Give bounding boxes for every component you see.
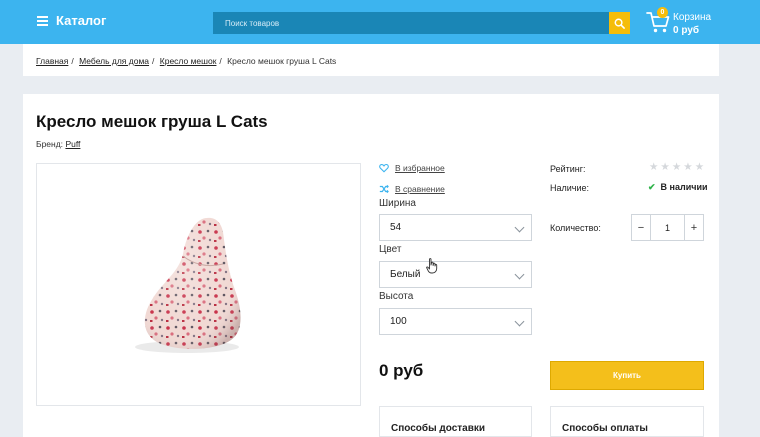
catalog-menu-button[interactable]: Каталог bbox=[37, 13, 106, 28]
rating-label: Рейтинг: bbox=[550, 164, 586, 174]
add-to-favorites[interactable]: В избранное bbox=[379, 163, 445, 173]
favorites-link[interactable]: В избранное bbox=[395, 163, 445, 173]
quantity-increase-button[interactable]: + bbox=[685, 215, 703, 240]
height-label: Высота bbox=[379, 291, 414, 302]
width-select[interactable]: 54 bbox=[379, 214, 532, 241]
delivery-methods-card: Способы доставки bbox=[379, 406, 532, 437]
cart-count-badge: 0 bbox=[657, 7, 668, 18]
heart-icon bbox=[379, 164, 389, 173]
breadcrumb-link-furniture[interactable]: Мебель для дома bbox=[79, 56, 149, 66]
hamburger-icon bbox=[37, 16, 48, 26]
top-header: Каталог 0 Корзина 0 руб bbox=[0, 0, 760, 44]
width-value: 54 bbox=[390, 222, 402, 233]
chevron-down-icon bbox=[514, 222, 525, 233]
star-icon: ★ bbox=[660, 161, 670, 173]
star-icon: ★ bbox=[694, 161, 705, 173]
color-select[interactable]: Белый bbox=[379, 261, 532, 288]
chevron-down-icon bbox=[514, 316, 525, 327]
breadcrumb-link-beanbags[interactable]: Кресло мешок bbox=[160, 56, 217, 66]
product-image[interactable] bbox=[36, 163, 361, 406]
star-icon: ★ bbox=[649, 161, 659, 173]
rating-stars[interactable]: ★ ★ ★ ★ ★ bbox=[649, 161, 704, 173]
height-value: 100 bbox=[390, 316, 407, 327]
star-icon: ★ bbox=[671, 161, 682, 173]
star-icon: ★ bbox=[683, 161, 693, 173]
payment-methods-title: Способы оплаты bbox=[562, 423, 648, 434]
product-price: 0 руб bbox=[379, 361, 424, 380]
catalog-label: Каталог bbox=[56, 13, 107, 28]
search-input[interactable] bbox=[213, 12, 609, 34]
width-label: Ширина bbox=[379, 198, 416, 209]
color-value: Белый bbox=[390, 269, 421, 280]
product-title: Кресло мешок груша L Cats bbox=[36, 112, 268, 131]
brand-label: Бренд: bbox=[36, 139, 64, 149]
checkmark-icon: ✔ bbox=[648, 182, 656, 192]
product-brand: Бренд: Puff bbox=[36, 139, 80, 149]
quantity-input[interactable]: 1 bbox=[650, 215, 685, 240]
breadcrumb: Главная / Мебель для дома / Кресло мешок / … bbox=[36, 56, 337, 66]
chevron-down-icon bbox=[514, 269, 525, 280]
cart-label[interactable]: Корзина bbox=[673, 12, 711, 23]
hand-cursor-icon bbox=[426, 258, 438, 274]
cart-total: 0 руб bbox=[673, 25, 700, 36]
availability-status: ✔ В наличии bbox=[648, 182, 708, 193]
search-icon bbox=[614, 18, 625, 29]
quantity-decrease-button[interactable]: − bbox=[632, 215, 650, 240]
quantity-label: Количество: bbox=[550, 223, 601, 233]
color-label: Цвет bbox=[379, 244, 402, 255]
delivery-methods-title: Способы доставки bbox=[391, 423, 486, 434]
beanbag-chair-photo bbox=[135, 217, 241, 353]
availability-label: Наличие: bbox=[550, 183, 590, 193]
search-button[interactable] bbox=[609, 12, 630, 34]
quantity-stepper: − 1 + bbox=[631, 214, 704, 241]
breadcrumb-bar: Главная / Мебель для дома / Кресло мешок / … bbox=[23, 44, 719, 76]
breadcrumb-current: Кресло мешок груша L Cats bbox=[227, 56, 337, 66]
buy-button[interactable]: Купить bbox=[550, 361, 704, 390]
add-to-compare[interactable]: В сравнение bbox=[379, 184, 445, 194]
breadcrumb-link-home[interactable]: Главная bbox=[36, 56, 68, 66]
height-select[interactable]: 100 bbox=[379, 308, 532, 335]
compare-shuffle-icon bbox=[379, 184, 389, 194]
payment-methods-card: Способы оплаты bbox=[550, 406, 704, 437]
brand-link[interactable]: Puff bbox=[65, 139, 80, 149]
compare-link[interactable]: В сравнение bbox=[395, 184, 445, 194]
availability-value: В наличии bbox=[660, 182, 708, 192]
